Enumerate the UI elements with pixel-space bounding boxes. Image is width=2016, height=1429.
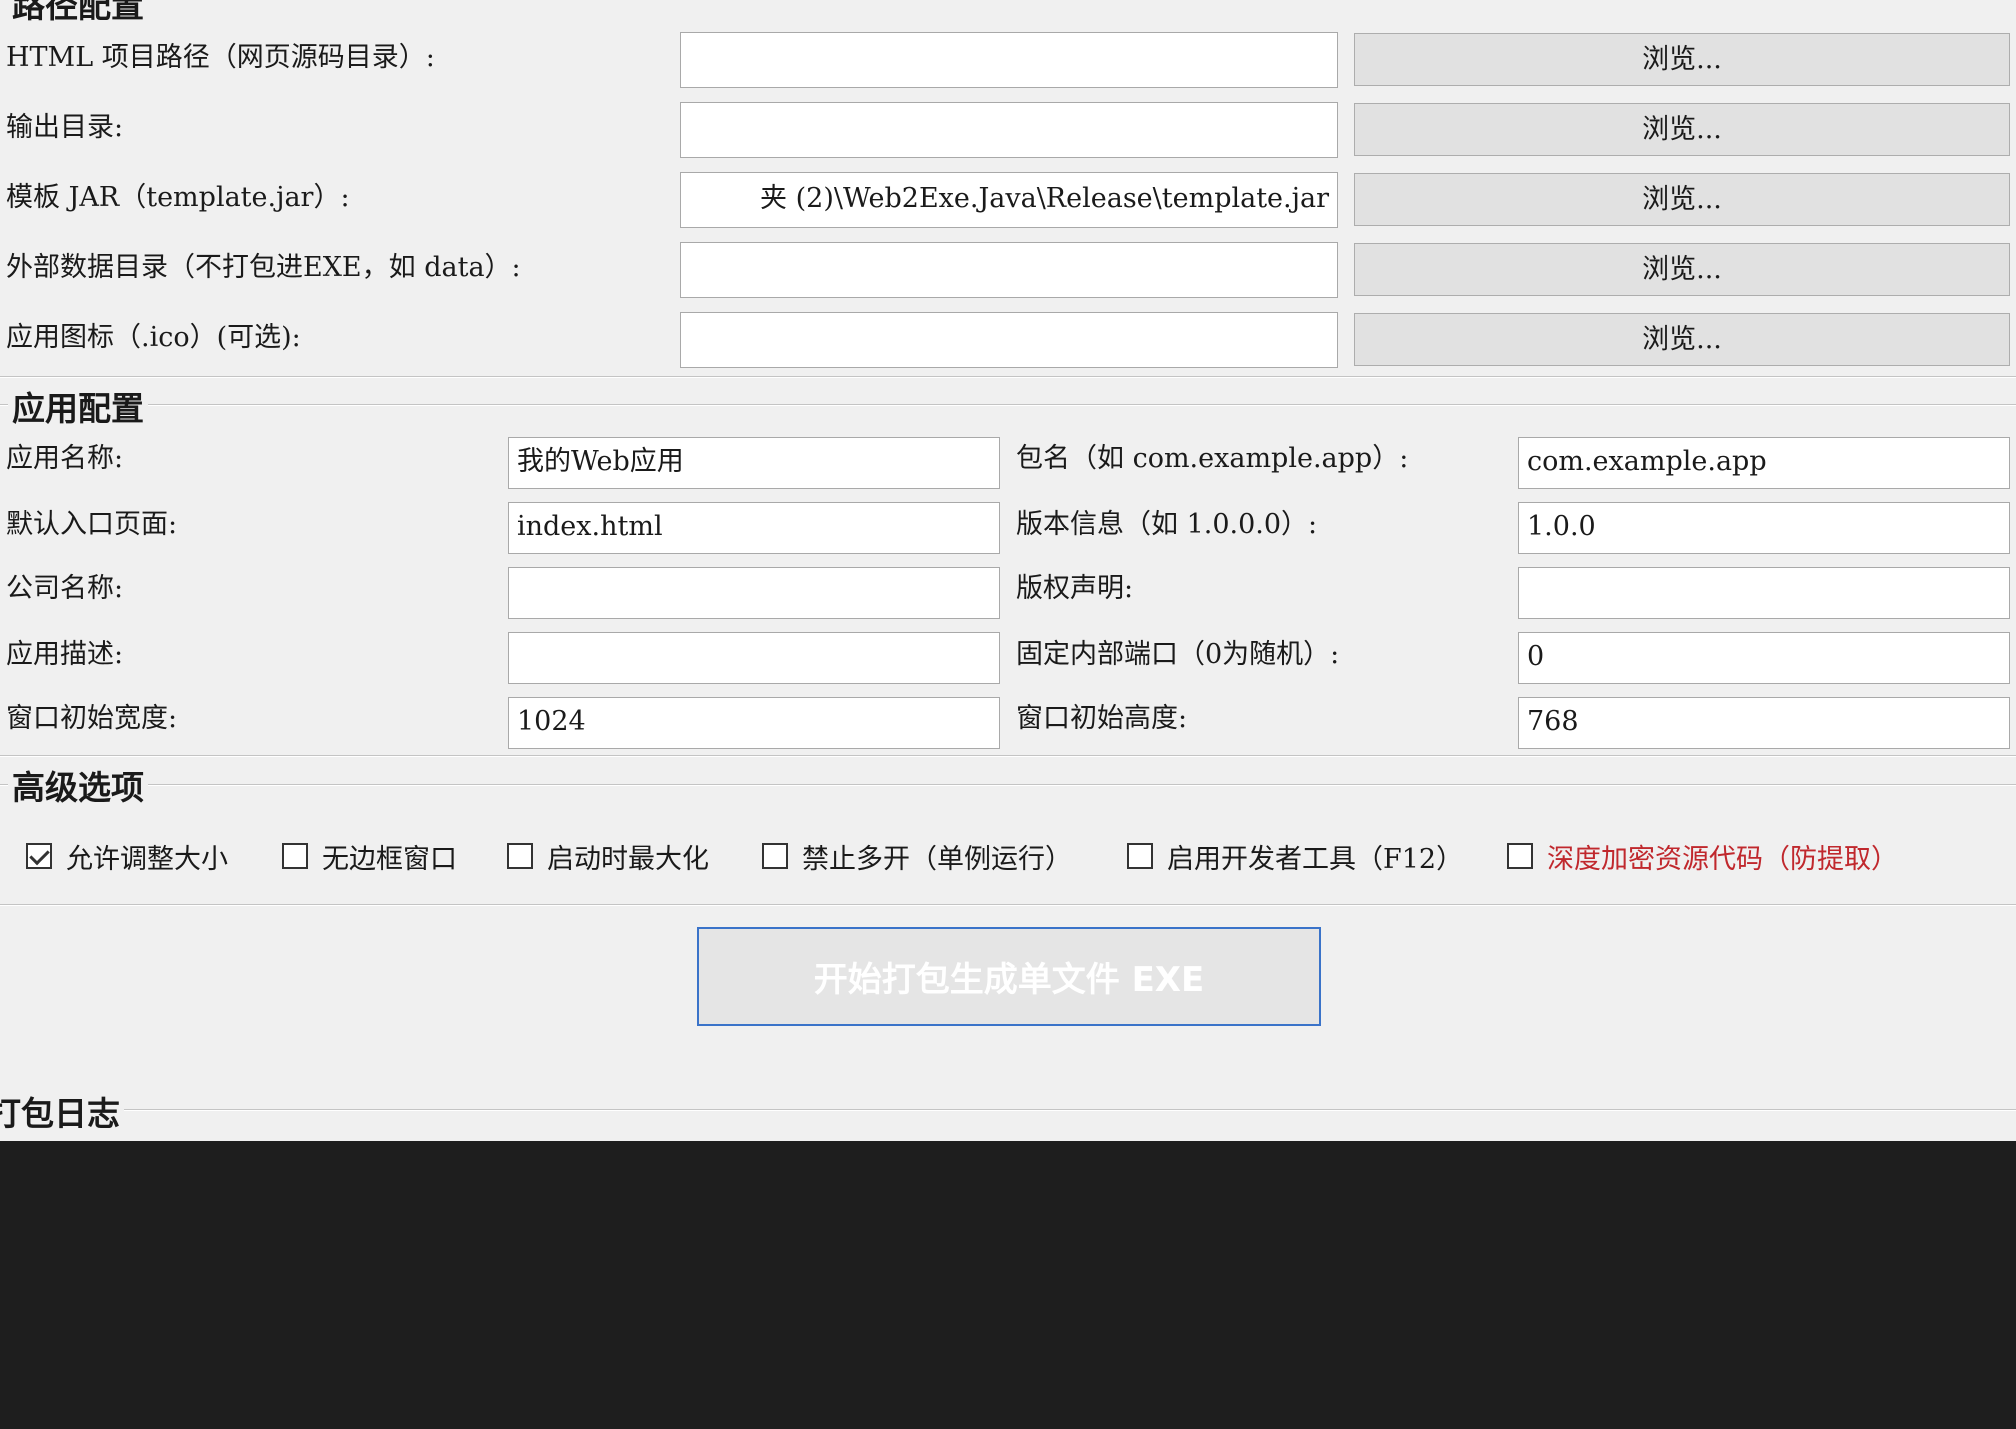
app-section-title: 应用配置 — [8, 389, 148, 429]
app-section-rule — [0, 404, 2016, 406]
app-description-label: 应用描述: — [6, 639, 124, 670]
version-input[interactable]: 1.0.0 — [1518, 502, 2010, 554]
app-name-input[interactable]: 我的Web应用 — [508, 437, 1000, 489]
path-section-divider — [0, 376, 2016, 378]
html-path-input[interactable] — [680, 32, 1338, 88]
single-instance-checkbox[interactable]: 禁止多开（单例运行） — [762, 838, 1072, 875]
path-section-title: 路径配置 — [8, 0, 148, 26]
entry-page-label: 默认入口页面: — [6, 509, 178, 540]
app-description-input[interactable] — [508, 632, 1000, 684]
advanced-section-divider — [0, 904, 2016, 906]
app-name-label: 应用名称: — [6, 443, 124, 474]
company-name-input[interactable] — [508, 567, 1000, 619]
checkbox-unchecked-icon[interactable] — [762, 843, 788, 869]
web2exe-main-window: 路径配置 HTML 项目路径（网页源码目录）: 浏览... 输出目录: 浏览..… — [0, 0, 2016, 1429]
copyright-label: 版权声明: — [1016, 573, 1134, 604]
checkbox-unchecked-icon[interactable] — [1127, 843, 1153, 869]
version-label: 版本信息（如 1.0.0.0）: — [1016, 509, 1318, 540]
advanced-section-title: 高级选项 — [8, 768, 148, 808]
template-jar-browse-button[interactable]: 浏览... — [1354, 173, 2010, 226]
log-section-title: 打包日志 — [0, 1094, 124, 1134]
app-icon-input[interactable] — [680, 312, 1338, 368]
package-name-label: 包名（如 com.example.app）: — [1016, 443, 1409, 474]
checkbox-unchecked-icon[interactable] — [507, 843, 533, 869]
devtools-checkbox[interactable]: 启用开发者工具（F12） — [1127, 838, 1464, 875]
start-maximized-checkbox[interactable]: 启动时最大化 — [507, 838, 709, 875]
advanced-section-rule — [0, 784, 2016, 786]
external-data-label: 外部数据目录（不打包进EXE，如 data）: — [6, 252, 521, 283]
single-instance-label: 禁止多开（单例运行） — [802, 843, 1072, 875]
deep-encrypt-checkbox[interactable]: 深度加密资源代码（防提取） — [1507, 838, 1898, 875]
output-dir-label: 输出目录: — [6, 112, 124, 143]
checkbox-unchecked-icon[interactable] — [282, 843, 308, 869]
frameless-window-checkbox[interactable]: 无边框窗口 — [282, 838, 457, 875]
deep-encrypt-label: 深度加密资源代码（防提取） — [1547, 843, 1898, 875]
checkbox-checked-icon[interactable] — [26, 843, 52, 869]
allow-resize-checkbox[interactable]: 允许调整大小 — [26, 838, 228, 875]
app-icon-label: 应用图标（.ico）(可选): — [6, 322, 301, 353]
frameless-window-label: 无边框窗口 — [322, 843, 457, 875]
allow-resize-label: 允许调整大小 — [66, 843, 228, 875]
html-path-browse-button[interactable]: 浏览... — [1354, 33, 2010, 86]
company-name-label: 公司名称: — [6, 573, 124, 604]
output-dir-input[interactable] — [680, 102, 1338, 158]
window-width-label: 窗口初始宽度: — [6, 703, 178, 734]
app-icon-browse-button[interactable]: 浏览... — [1354, 313, 2010, 366]
window-height-label: 窗口初始高度: — [1016, 703, 1188, 734]
package-name-input[interactable]: com.example.app — [1518, 437, 2010, 489]
entry-page-input[interactable]: index.html — [508, 502, 1000, 554]
template-jar-input[interactable]: 夹 (2)\Web2Exe.Java\Release\template.jar — [680, 172, 1338, 228]
checkbox-unchecked-icon[interactable] — [1507, 843, 1533, 869]
external-data-browse-button[interactable]: 浏览... — [1354, 243, 2010, 296]
copyright-input[interactable] — [1518, 567, 2010, 619]
window-width-input[interactable]: 1024 — [508, 697, 1000, 749]
template-jar-label: 模板 JAR（template.jar）: — [6, 182, 350, 213]
external-data-input[interactable] — [680, 242, 1338, 298]
build-exe-button[interactable]: 开始打包生成单文件 EXE — [697, 927, 1321, 1026]
fixed-port-label: 固定内部端口（0为随机）: — [1016, 639, 1340, 670]
build-log-console[interactable] — [0, 1141, 2016, 1429]
start-maximized-label: 启动时最大化 — [547, 843, 709, 875]
devtools-label: 启用开发者工具（F12） — [1167, 843, 1464, 875]
fixed-port-input[interactable]: 0 — [1518, 632, 2010, 684]
output-dir-browse-button[interactable]: 浏览... — [1354, 103, 2010, 156]
app-section-divider — [0, 755, 2016, 757]
log-section-rule — [0, 1109, 2016, 1111]
window-height-input[interactable]: 768 — [1518, 697, 2010, 749]
html-path-label: HTML 项目路径（网页源码目录）: — [6, 42, 435, 73]
